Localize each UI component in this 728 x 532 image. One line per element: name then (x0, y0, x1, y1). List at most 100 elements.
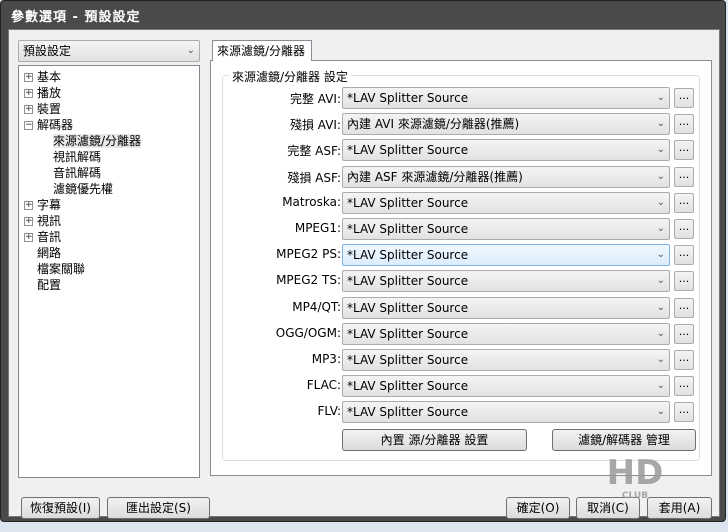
profile-value: 預設設定 (23, 44, 72, 58)
chevron-down-icon: ⌄ (656, 118, 665, 130)
select-value: 內建 AVI 來源濾鏡/分離器(推薦) (347, 117, 520, 132)
source-filter-select[interactable]: *LAV Splitter Source ⌄ (342, 375, 670, 398)
chevron-down-icon: ⌄ (656, 301, 665, 313)
export-settings-button[interactable]: 匯出設定(S) (107, 497, 210, 519)
more-options-button[interactable]: ... (674, 271, 694, 292)
tree-item-label: 來源濾鏡/分離器 (53, 134, 142, 148)
source-filter-select[interactable]: *LAV Splitter Source ⌄ (342, 218, 670, 240)
source-filter-select[interactable]: *LAV Splitter Source ⌄ (342, 349, 670, 371)
window-title: 參數選項 - 預設設定 (11, 10, 141, 25)
tree-item-label: 音訊解碼 (53, 166, 102, 180)
expand-icon[interactable]: + (24, 217, 33, 226)
tree-item-label: 濾鏡優先權 (53, 182, 114, 196)
filter-manager-button[interactable]: 濾鏡/解碼器 管理 (552, 429, 696, 451)
select-value: *LAV Splitter Source (347, 353, 469, 367)
ok-button[interactable]: 確定(O) (506, 497, 570, 519)
tree-item-label: 視訊解碼 (53, 150, 102, 164)
format-label: Matroska: (282, 194, 341, 209)
expand-icon[interactable]: + (24, 73, 33, 82)
select-value: *LAV Splitter Source (347, 195, 469, 210)
more-options-button[interactable]: ... (674, 245, 694, 266)
more-options-button[interactable]: ... (674, 323, 694, 344)
tree-item[interactable]: + 字幕 (24, 197, 61, 213)
select-value: *LAV Splitter Source (347, 379, 469, 394)
source-filter-select[interactable]: *LAV Splitter Source ⌄ (342, 270, 670, 293)
collapse-icon[interactable]: − (24, 121, 33, 130)
format-label: MPEG2 PS: (276, 247, 341, 262)
source-filter-select[interactable]: *LAV Splitter Source ⌄ (342, 139, 670, 162)
chevron-down-icon: ⌄ (656, 327, 665, 339)
expand-icon[interactable]: + (24, 201, 33, 210)
select-value: *LAV Splitter Source (347, 248, 469, 263)
more-options-button[interactable]: ... (674, 376, 694, 397)
select-value: *LAV Splitter Source (347, 143, 469, 158)
select-value: *LAV Splitter Source (347, 326, 469, 341)
format-label: MP4/QT: (292, 299, 341, 314)
tree-item[interactable]: + 基本 (24, 69, 61, 85)
restore-defaults-button[interactable]: 恢復預設(I) (21, 497, 100, 519)
tree-item[interactable]: + 音訊 (24, 229, 61, 245)
tree-item[interactable]: 視訊解碼 (53, 149, 101, 165)
select-value: *LAV Splitter Source (347, 274, 469, 289)
format-label: OGG/OGM: (275, 325, 341, 340)
tree-item[interactable]: 網路 (24, 245, 61, 261)
more-options-button[interactable]: ... (674, 166, 694, 187)
more-options-button[interactable]: ... (674, 140, 694, 161)
expand-icon[interactable]: + (24, 233, 33, 242)
source-filter-select[interactable]: *LAV Splitter Source ⌄ (342, 322, 670, 345)
more-options-button[interactable]: ... (674, 192, 694, 213)
more-options-button[interactable]: ... (674, 88, 694, 108)
chevron-down-icon: ⌄ (656, 92, 665, 103)
chevron-down-icon: ⌄ (656, 406, 665, 418)
chevron-down-icon: ⌄ (656, 380, 665, 392)
source-filter-group: 來源濾鏡/分離器 設定 內置 源/分離器 設置 濾鏡/解碼器 管理 完整 AVI… (222, 68, 700, 461)
select-value: 內建 ASF 來源濾鏡/分離器(推薦) (347, 169, 523, 184)
chevron-down-icon: ⌄ (656, 275, 665, 287)
tree-item[interactable]: 來源濾鏡/分離器 (53, 133, 142, 149)
tree-item-label: 基本 (37, 70, 62, 84)
format-label: MPEG2 TS: (276, 273, 341, 288)
more-options-button[interactable]: ... (674, 402, 694, 423)
source-filter-select[interactable]: *LAV Splitter Source ⌄ (342, 401, 670, 424)
tab-source-filters[interactable]: 來源濾鏡/分離器 (212, 40, 312, 61)
tree-item-label: 解碼器 (37, 118, 74, 132)
source-filter-select[interactable]: *LAV Splitter Source ⌄ (342, 191, 670, 214)
tree-item-label: 視訊 (37, 214, 62, 228)
more-options-button[interactable]: ... (674, 350, 694, 370)
format-label: MPEG1: (294, 221, 341, 235)
format-label: FLAC: (306, 378, 341, 393)
source-filter-select[interactable]: *LAV Splitter Source ⌄ (342, 296, 670, 319)
more-options-button[interactable]: ... (674, 219, 694, 239)
expand-icon[interactable]: + (24, 89, 33, 98)
chevron-down-icon: ⌄ (656, 144, 665, 156)
source-filter-select[interactable]: *LAV Splitter Source ⌄ (342, 87, 670, 109)
source-filter-select[interactable]: *LAV Splitter Source ⌄ (342, 244, 670, 267)
tree-item[interactable]: − 解碼器 (24, 117, 73, 133)
tree-item[interactable]: 檔案關聯 (24, 261, 85, 277)
expand-icon[interactable]: + (24, 105, 33, 114)
preferences-window: 參數選項 - 預設設定 預設設定 ⌄ + 基本 + 播放 + 裝置 − 解碼器 來源濾鏡/分離器… (0, 0, 726, 522)
more-options-button[interactable]: ... (674, 297, 694, 318)
settings-tree[interactable]: + 基本 + 播放 + 裝置 − 解碼器 來源濾鏡/分離器 視訊解碼 音訊解碼 濾鏡優先權 + 字幕 + 視訊… (18, 65, 200, 478)
tree-item[interactable]: 配置 (24, 277, 61, 293)
tree-item[interactable]: 濾鏡優先權 (53, 181, 113, 197)
select-value: *LAV Splitter Source (347, 91, 469, 105)
chevron-down-icon: ⌄ (656, 170, 665, 182)
tree-item[interactable]: + 播放 (24, 85, 61, 101)
tree-item[interactable]: + 裝置 (24, 101, 61, 117)
tree-item[interactable]: 音訊解碼 (53, 165, 101, 181)
builtin-source-settings-button[interactable]: 內置 源/分離器 設置 (342, 429, 527, 451)
source-filter-select[interactable]: 內建 ASF 來源濾鏡/分離器(推薦) ⌄ (342, 165, 670, 188)
more-options-button[interactable]: ... (674, 114, 694, 135)
source-filter-select[interactable]: 內建 AVI 來源濾鏡/分離器(推薦) ⌄ (342, 113, 670, 136)
dialog-client: 預設設定 ⌄ + 基本 + 播放 + 裝置 − 解碼器 來源濾鏡/分離器 視訊解碼 音訊解碼 濾鏡優先… (8, 29, 720, 519)
chevron-down-icon: ⌄ (656, 196, 665, 208)
select-value: *LAV Splitter Source (347, 222, 469, 236)
watermark-logo: HD CLUB (606, 453, 664, 501)
select-value: *LAV Splitter Source (347, 405, 469, 420)
profile-select[interactable]: 預設設定 ⌄ (18, 40, 200, 62)
tab-panel: 來源濾鏡/分離器 設定 內置 源/分離器 設置 濾鏡/解碼器 管理 完整 AVI… (210, 60, 712, 476)
tree-item-label: 播放 (37, 86, 62, 100)
tree-item[interactable]: + 視訊 (24, 213, 61, 229)
tree-item-label: 檔案關聯 (37, 262, 86, 276)
